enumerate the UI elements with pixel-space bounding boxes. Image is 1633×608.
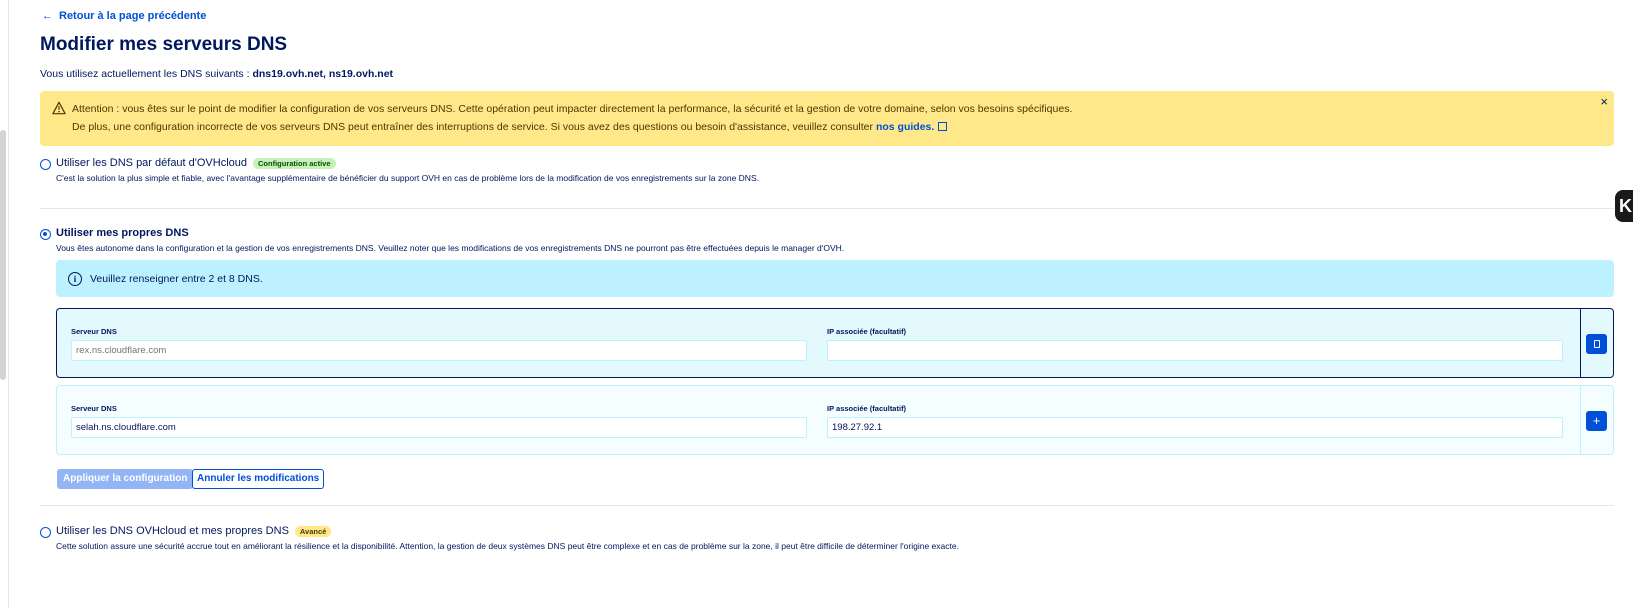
row-separator	[1580, 386, 1581, 454]
side-widget-button[interactable]: K	[1615, 190, 1633, 222]
close-icon[interactable]: ×	[1600, 93, 1608, 111]
back-link[interactable]: ← Retour à la page précédente	[42, 10, 206, 22]
ip-label: IP associée (facultatif)	[827, 404, 907, 413]
divider	[40, 505, 1614, 506]
info-circle-icon: i	[68, 271, 82, 286]
warning-line-2: De plus, une configuration incorrecte de…	[72, 118, 1602, 136]
option-title: Utiliser les DNS par défaut d'OVHcloud C…	[56, 157, 336, 169]
warning-triangle-icon	[52, 101, 66, 115]
radio-ovh-default[interactable]	[40, 159, 51, 170]
ip-input[interactable]	[827, 340, 1563, 361]
option-description: Vous êtes autonome dans la configuration…	[56, 243, 845, 253]
row-separator	[1580, 309, 1581, 377]
status-badge: Configuration active	[253, 157, 336, 169]
warning-banner: Attention : vous êtes sur le point de mo…	[40, 91, 1614, 146]
current-dns-text: Vous utilisez actuellement les DNS suiva…	[40, 68, 393, 80]
dns-server-label: Serveur DNS	[71, 404, 117, 413]
dns-server-field: Serveur DNS	[71, 404, 807, 438]
ip-field: IP associée (facultatif)	[827, 327, 1563, 361]
dns-entry-row: Serveur DNS IP associée (facultatif)	[56, 308, 1614, 378]
current-dns-servers: dns19.ovh.net, ns19.ovh.net	[252, 68, 394, 80]
dns-server-label: Serveur DNS	[71, 327, 117, 336]
option-title-text: Utiliser les DNS OVHcloud et mes propres…	[56, 525, 289, 537]
current-dns-prefix: Vous utilisez actuellement les DNS suiva…	[40, 68, 250, 80]
guides-link[interactable]: nos guides.	[876, 121, 934, 133]
trash-icon	[1593, 340, 1600, 348]
ip-label: IP associée (facultatif)	[827, 327, 907, 336]
ip-input[interactable]	[827, 417, 1563, 438]
divider	[40, 208, 1614, 209]
option-description: Cette solution assure une sécurité accru…	[56, 541, 959, 551]
page-title: Modifier mes serveurs DNS	[40, 34, 288, 55]
back-link-label: Retour à la page précédente	[59, 10, 207, 22]
option-title: Utiliser mes propres DNS	[56, 227, 189, 239]
arrow-left-icon: ←	[42, 10, 53, 22]
dns-server-input[interactable]	[71, 340, 807, 361]
radio-own-dns[interactable]	[40, 229, 51, 240]
info-banner: i Veuillez renseigner entre 2 et 8 DNS.	[56, 260, 1614, 297]
warning-line-1: Attention : vous êtes sur le point de mo…	[72, 103, 1073, 115]
plus-icon: +	[1592, 413, 1601, 428]
info-message: Veuillez renseigner entre 2 et 8 DNS.	[90, 272, 263, 285]
option-title-text: Utiliser mes propres DNS	[56, 227, 189, 239]
option-title: Utiliser les DNS OVHcloud et mes propres…	[56, 525, 332, 537]
option-description: C'est la solution la plus simple et fiab…	[56, 173, 759, 183]
ip-field: IP associée (facultatif)	[827, 404, 1563, 438]
delete-dns-button[interactable]	[1586, 334, 1607, 354]
radio-mixed-dns[interactable]	[40, 527, 51, 538]
option-title-text: Utiliser les DNS par défaut d'OVHcloud	[56, 157, 248, 169]
cancel-changes-button[interactable]: Annuler les modifications	[192, 469, 325, 489]
status-badge: Avancé	[294, 525, 332, 537]
add-dns-button[interactable]: +	[1586, 411, 1607, 431]
external-link-icon	[938, 122, 948, 131]
dns-server-field: Serveur DNS	[71, 327, 807, 361]
left-divider	[8, 0, 9, 608]
left-scrollbar[interactable]	[0, 130, 6, 380]
apply-configuration-button[interactable]: Appliquer la configuration	[57, 469, 194, 489]
dns-server-input[interactable]	[71, 417, 807, 438]
dns-entry-row: Serveur DNS IP associée (facultatif) +	[56, 385, 1614, 455]
warning-line-2-text: De plus, une configuration incorrecte de…	[72, 121, 874, 133]
